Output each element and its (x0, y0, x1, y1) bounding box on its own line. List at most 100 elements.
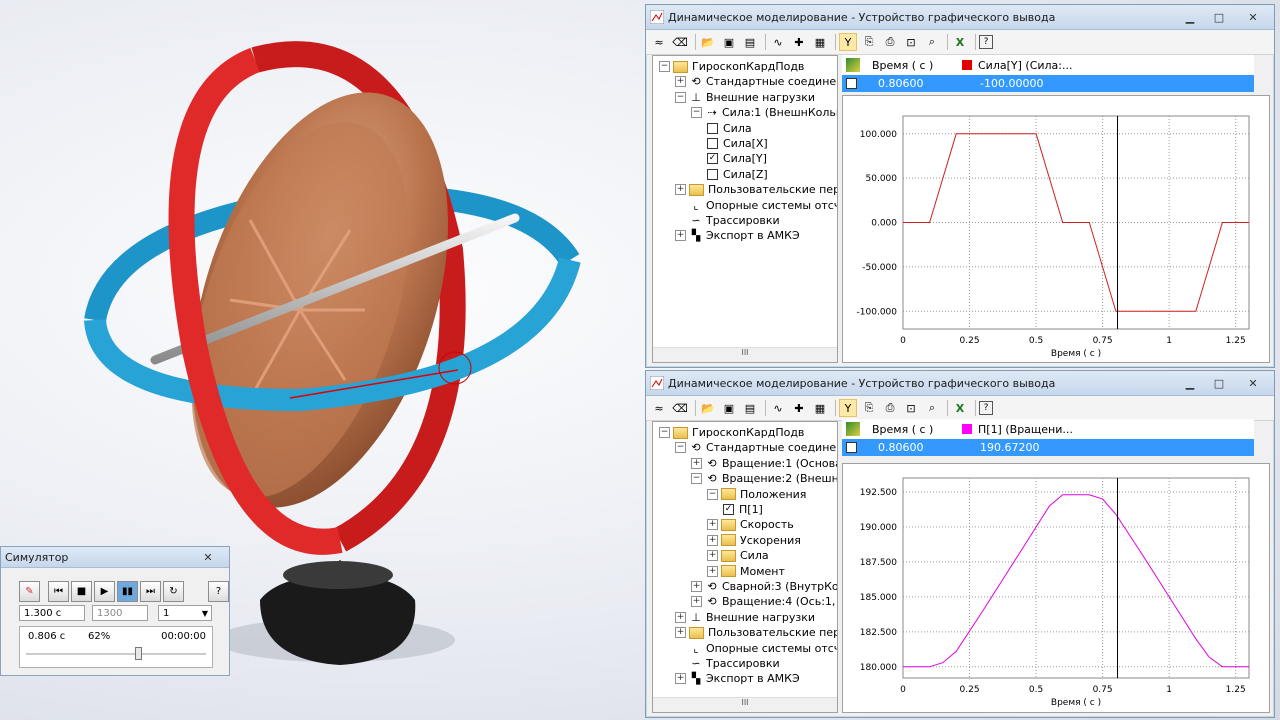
tree-item[interactable]: −⇢ Сила:1 (ВнешнКольцо:1) (691, 105, 837, 120)
maximize-icon[interactable]: □ (1206, 9, 1232, 25)
expand-toggle-icon[interactable]: − (659, 427, 670, 438)
values-grid-row[interactable]: 0.80600 -100.00000 (842, 75, 1254, 92)
close-icon[interactable]: ✕ (1235, 375, 1271, 391)
tree-item[interactable]: −⟲ Стандартные соединения (675, 440, 837, 455)
forward-icon[interactable]: ⏭ (140, 581, 161, 602)
expand-toggle-icon[interactable]: − (675, 91, 686, 103)
expand-toggle-icon[interactable]: + (707, 550, 718, 562)
tree-item[interactable]: + ⟲ Стандартные соединения (675, 74, 837, 89)
simulator-titlebar[interactable]: Симулятор ✕ (1, 547, 229, 568)
expand-toggle-icon[interactable]: + (675, 673, 686, 685)
tree-item[interactable]: + Пользовательские переменны (675, 182, 837, 197)
expand-toggle-icon[interactable]: + (675, 627, 686, 639)
end-time-field[interactable]: 1.300 с (19, 605, 85, 621)
tree-item[interactable]: −⟲ Вращение:2 (ВнешнКольц (691, 471, 837, 486)
table-icon[interactable]: ▦ (811, 33, 829, 51)
series-checkbox[interactable] (707, 168, 718, 180)
tool-curve-icon[interactable]: ≈ (650, 33, 668, 51)
curve-icon[interactable]: ∿ (769, 33, 787, 51)
tree-scrollbar[interactable]: III (653, 697, 837, 712)
expand-toggle-icon[interactable]: + (675, 230, 686, 242)
expand-toggle-icon[interactable]: − (659, 61, 670, 72)
expand-toggle-icon[interactable]: − (707, 488, 718, 500)
help-icon[interactable]: ? (979, 401, 993, 415)
tree-item[interactable]: ⌞ Опорные системы отсчета (675, 641, 837, 656)
curve-icon[interactable]: ∿ (769, 399, 787, 417)
values-grid-row[interactable]: 0.80600 190.67200 (842, 439, 1254, 456)
simulator-panel[interactable]: Симулятор ✕ ✎ ⏮ ■ ▶ ▮▮ ⏭ ↻ ? 1.300 с 130… (0, 546, 230, 676)
steps-field[interactable]: 1300 (92, 605, 148, 621)
open-folder-icon[interactable]: 📂 (699, 33, 717, 51)
expand-toggle-icon[interactable]: + (691, 596, 702, 608)
minimize-icon[interactable]: ▁ (1177, 375, 1203, 391)
loop-icon[interactable]: ↻ (163, 581, 184, 602)
copy-icon[interactable]: ⎘ (860, 33, 878, 51)
tree-item[interactable]: + Ускорения (707, 533, 801, 548)
print-icon[interactable]: ⎙ (881, 33, 899, 51)
rewind-icon[interactable]: ⏮ (48, 581, 69, 602)
series-checkbox[interactable]: ✓ (723, 504, 734, 515)
copy-icon[interactable]: ⎘ (860, 399, 878, 417)
print-icon[interactable]: ⎙ (881, 399, 899, 417)
tree-item[interactable]: + ⊥ Внешние нагрузки (675, 610, 815, 625)
add-curve-icon[interactable]: ✚ (790, 33, 808, 51)
tree-item[interactable]: ∽ Трассировки (675, 213, 779, 228)
tree-item[interactable]: + Сила (707, 548, 769, 563)
tree-item[interactable]: + Момент (707, 564, 785, 579)
tree-item[interactable]: − ГироскопКардПодв (659, 59, 804, 74)
pause-icon[interactable]: ▮▮ (117, 581, 138, 602)
help-icon[interactable]: ? (979, 35, 993, 49)
tree-item[interactable]: ⌞ Опорные системы отсчета (675, 198, 837, 213)
tree-item[interactable]: + ⟲ Вращение:4 (Ось:1, Махов (691, 594, 837, 609)
expand-toggle-icon[interactable]: + (691, 581, 702, 592)
expand-toggle-icon[interactable]: + (707, 534, 718, 546)
window-titlebar[interactable]: Динамическое моделирование - Устройство … (646, 371, 1274, 396)
help-icon[interactable]: ? (208, 581, 229, 602)
window-titlebar[interactable]: Динамическое моделирование - Устройство … (646, 5, 1274, 30)
zoom-icon[interactable]: ⌕ (923, 399, 941, 417)
filter-icon[interactable]: Y (839, 399, 857, 417)
zoom-fit-icon[interactable]: ⊡ (902, 399, 920, 417)
play-icon[interactable]: ▶ (94, 581, 115, 602)
minimize-icon[interactable]: ▁ (1177, 9, 1203, 25)
zoom-icon[interactable]: ⌕ (923, 33, 941, 51)
stop-icon[interactable]: ■ (71, 581, 92, 602)
position-plot[interactable]: 0 0.25 0.5 0.75 1 1.25 192.500 190.000 187.500 18… (842, 463, 1270, 713)
table-icon[interactable]: ▦ (811, 399, 829, 417)
tree-item[interactable]: + ▚ Экспорт в АМКЭ (675, 671, 800, 686)
expand-toggle-icon[interactable]: + (675, 184, 686, 196)
force-plot[interactable]: 0 0.25 0.5 0.75 1 1.25 100.000 50.000 0.000 -50.0… (842, 95, 1270, 363)
tree-item[interactable]: + ⟲ Вращение:1 (Основание:1 (691, 456, 837, 471)
open-folder-icon[interactable]: 📂 (699, 399, 717, 417)
add-curve-icon[interactable]: ✚ (790, 399, 808, 417)
save-icon[interactable]: ▣ (720, 33, 738, 51)
save-icon[interactable]: ▣ (720, 399, 738, 417)
tree-item[interactable]: − ⊥ Внешние нагрузки (675, 90, 815, 105)
tree-item[interactable]: + ⟲ Сварной:3 (ВнутрКольцо: (691, 579, 837, 594)
excel-icon[interactable]: X (951, 399, 969, 417)
series-checkbox[interactable]: ✓ (707, 153, 718, 165)
save-as-icon[interactable]: ▤ (741, 33, 759, 51)
close-icon[interactable]: ✕ (1235, 9, 1271, 25)
tree-scrollbar[interactable]: III (653, 347, 837, 362)
browser-tree[interactable]: III − ГироскопКардПодв + ⟲ Стандартные соеди… (652, 55, 838, 363)
construction-mode-icon[interactable]: ✎ (19, 581, 40, 602)
close-icon[interactable]: ✕ (190, 549, 226, 565)
expand-toggle-icon[interactable]: + (675, 76, 686, 88)
zoom-fit-icon[interactable]: ⊡ (902, 33, 920, 51)
expand-toggle-icon[interactable]: + (675, 611, 686, 623)
eraser-icon[interactable]: ⌫ (671, 399, 689, 417)
excel-icon[interactable]: X (951, 33, 969, 51)
tree-item[interactable]: Сила[X] (707, 136, 768, 151)
expand-toggle-icon[interactable]: + (707, 565, 718, 577)
graph-window-position[interactable]: Динамическое моделирование - Устройство … (645, 370, 1275, 718)
expand-toggle-icon[interactable]: − (691, 473, 702, 485)
graph-window-force[interactable]: Динамическое моделирование - Устройство … (645, 4, 1275, 368)
filter-icon[interactable]: Y (839, 33, 857, 51)
row-checkbox[interactable] (846, 78, 857, 89)
tool-curve-icon[interactable]: ≈ (650, 399, 668, 417)
tree-item[interactable]: + Скорость (707, 517, 794, 532)
tree-item[interactable]: + ▚ Экспорт в АМКЭ (675, 228, 800, 243)
tree-item[interactable]: ✓ П[1] (723, 502, 763, 517)
tree-item[interactable]: − Положения (707, 487, 806, 502)
